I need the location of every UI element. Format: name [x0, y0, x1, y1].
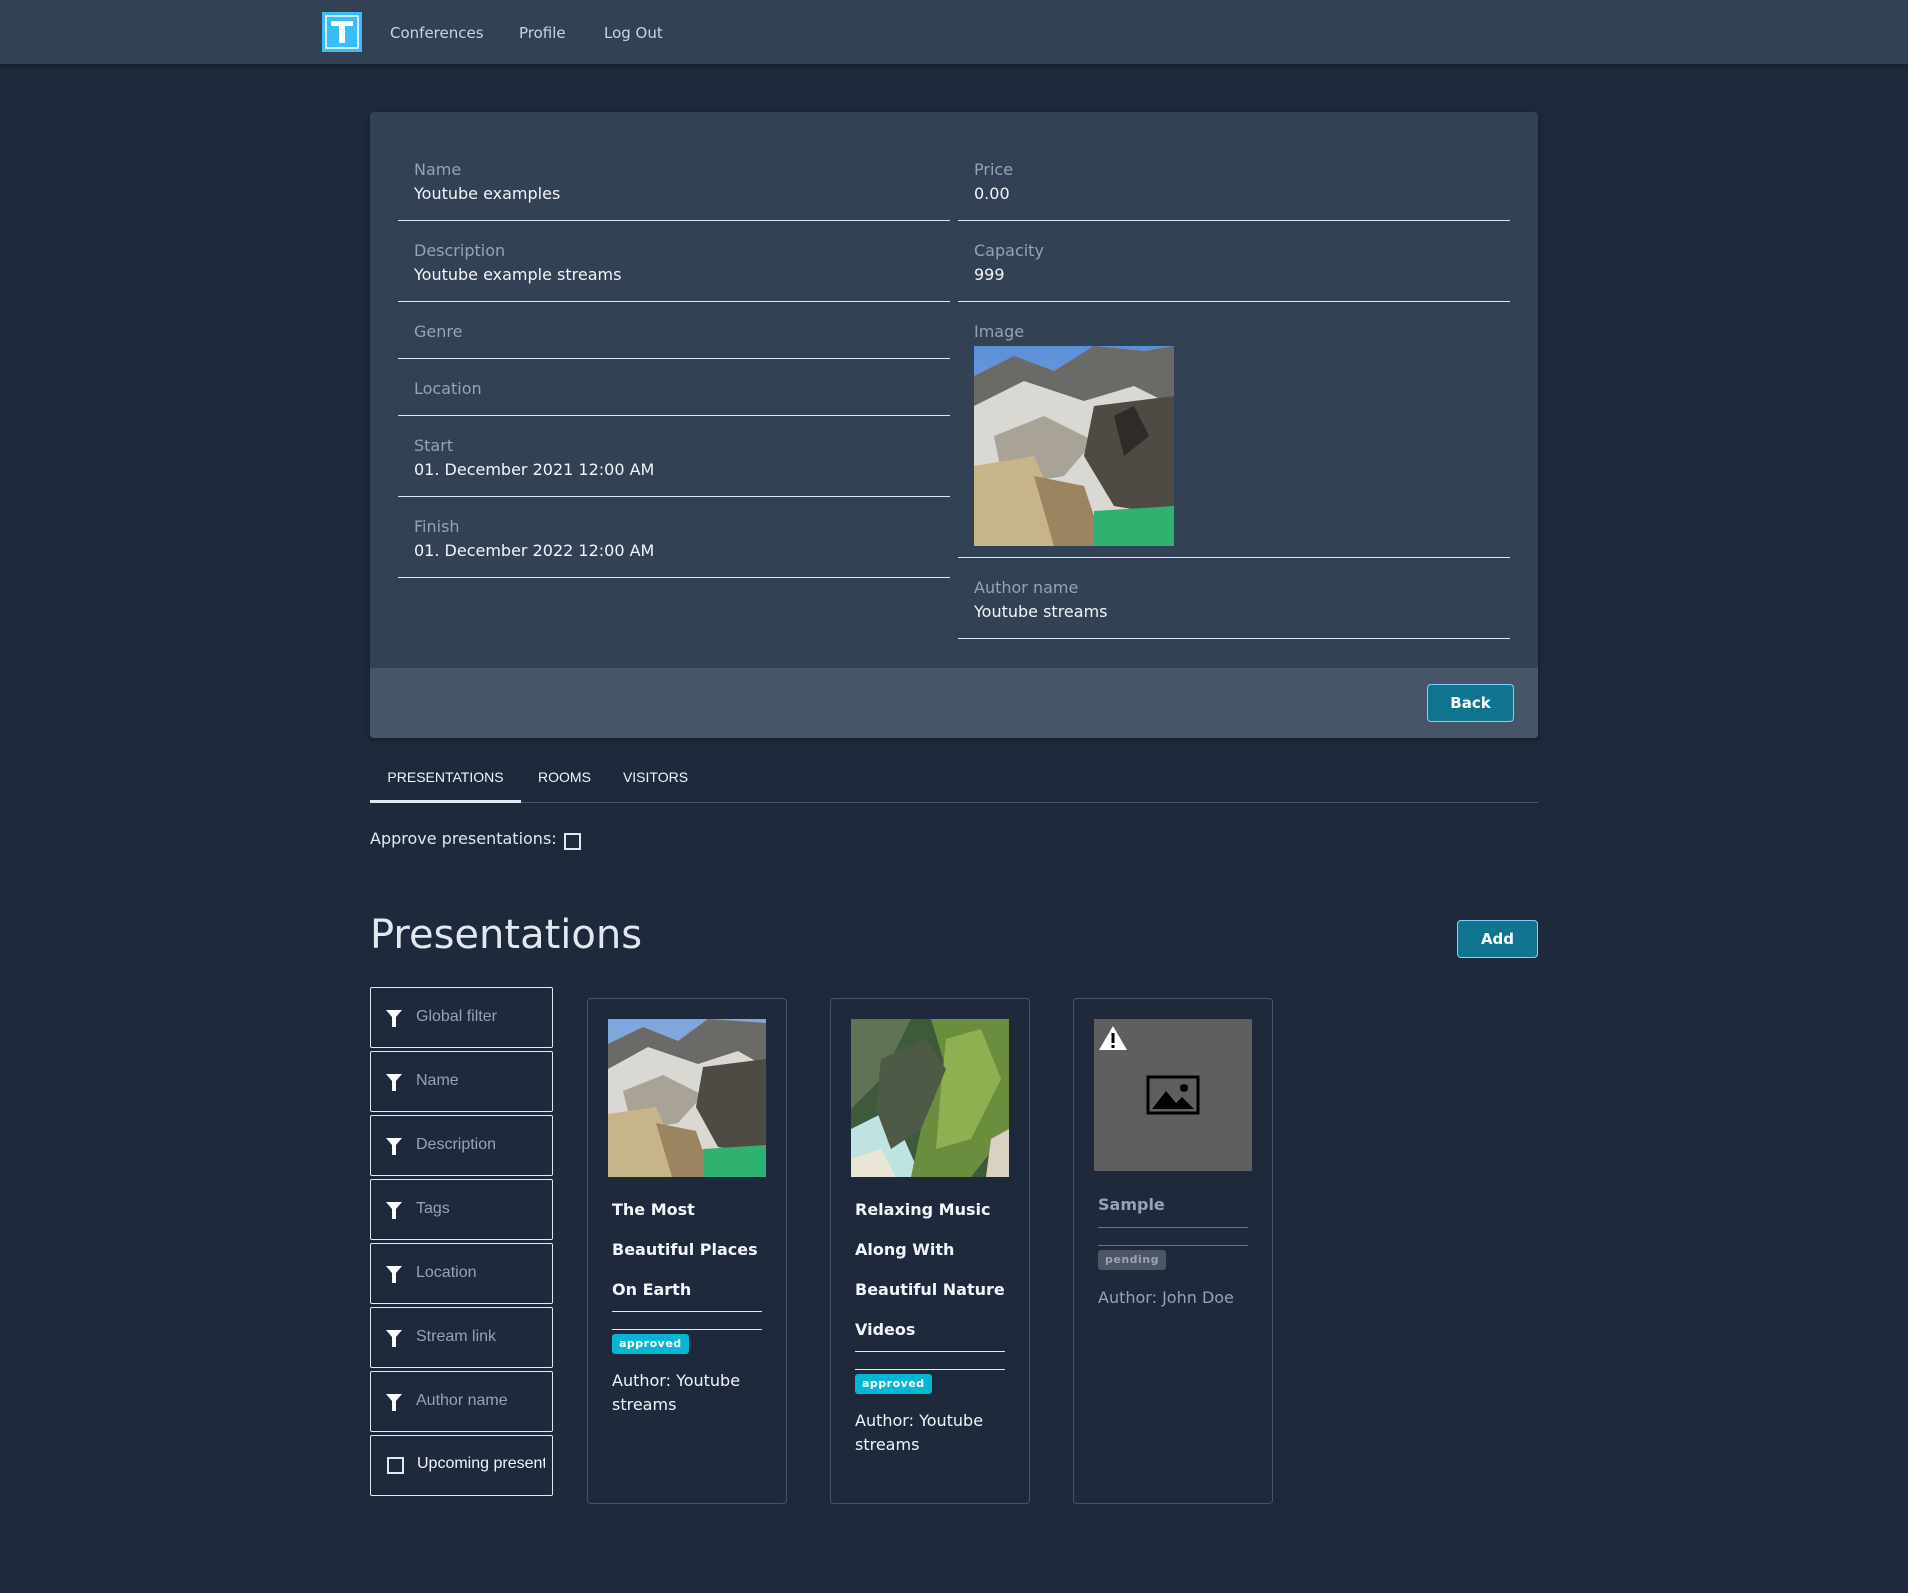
- status-badge: pending: [1098, 1250, 1167, 1270]
- filter-icon: [386, 1330, 402, 1347]
- nav-logout-link[interactable]: Log Out: [604, 24, 663, 42]
- broken-image-icon: [1146, 1075, 1200, 1115]
- field-label: Finish: [414, 517, 460, 536]
- nav-profile-link[interactable]: Profile: [519, 24, 566, 42]
- field-label: Author name: [974, 578, 1079, 597]
- presentation-card[interactable]: The Most Beautiful Places On Earth appro…: [587, 998, 787, 1504]
- presentation-thumbnail: [851, 1019, 1009, 1177]
- presentation-thumbnail: [608, 1019, 766, 1177]
- description-filter-input[interactable]: Description: [370, 1115, 553, 1176]
- field-label: Genre: [414, 322, 463, 341]
- presentation-card[interactable]: Sample pending Author: John Doe: [1073, 998, 1273, 1504]
- divider: [855, 1369, 1005, 1370]
- field-capacity: Capacity 999: [958, 225, 1510, 302]
- field-name: Name Youtube examples: [398, 144, 950, 221]
- filter-placeholder: Location: [416, 1264, 477, 1281]
- filter-placeholder: Global filter: [416, 1008, 497, 1025]
- upcoming-label: Upcoming presentations: [417, 1455, 545, 1472]
- divider: [612, 1311, 762, 1312]
- field-value: 01. December 2022 12:00 AM: [414, 541, 655, 560]
- field-value: Youtube examples: [414, 184, 561, 203]
- name-filter-input[interactable]: Name: [370, 1051, 553, 1112]
- field-description: Description Youtube example streams: [398, 225, 950, 302]
- tab-presentations[interactable]: PRESENTATIONS: [370, 758, 521, 803]
- presentation-author: Author: Youtube streams: [612, 1371, 741, 1414]
- stream-link-filter-input[interactable]: Stream link: [370, 1307, 553, 1368]
- image-placeholder: [1094, 1019, 1252, 1171]
- divider: [1098, 1245, 1248, 1246]
- presentation-author: Author: John Doe: [1098, 1288, 1234, 1307]
- conference-image: [974, 346, 1174, 546]
- location-filter-input[interactable]: Location: [370, 1243, 553, 1304]
- presentations-title: Presentations: [370, 912, 643, 958]
- field-price: Price 0.00: [958, 144, 1510, 221]
- status-badge: approved: [612, 1334, 689, 1354]
- field-value: 01. December 2021 12:00 AM: [414, 460, 655, 479]
- filter-placeholder: Description: [416, 1136, 497, 1153]
- approve-presentations-checkbox[interactable]: [564, 833, 581, 850]
- presentation-title: Relaxing Music Along With Beautiful Natu…: [855, 1200, 1005, 1339]
- status-badge: approved: [855, 1374, 932, 1394]
- filter-icon: [386, 1074, 402, 1091]
- field-value: 999: [974, 265, 1005, 284]
- presentation-card[interactable]: Relaxing Music Along With Beautiful Natu…: [830, 998, 1030, 1504]
- field-label: Capacity: [974, 241, 1044, 260]
- approve-presentations-label: Approve presentations:: [370, 829, 557, 848]
- field-finish: Finish 01. December 2022 12:00 AM: [398, 501, 950, 578]
- field-location: Location: [398, 363, 950, 416]
- field-label: Start: [414, 436, 454, 455]
- filter-icon: [386, 1266, 402, 1283]
- field-value: Youtube example streams: [414, 265, 622, 284]
- presentation-title: Sample: [1098, 1195, 1165, 1214]
- field-label: Image: [974, 322, 1025, 341]
- upcoming-checkbox[interactable]: [387, 1457, 404, 1474]
- filter-icon: [386, 1138, 402, 1155]
- field-image: Image: [958, 306, 1510, 558]
- filter-icon: [386, 1394, 402, 1411]
- filter-placeholder: Name: [416, 1072, 459, 1089]
- top-navigation: Conferences Profile Log Out: [0, 0, 1908, 64]
- field-start: Start 01. December 2021 12:00 AM: [398, 420, 950, 497]
- divider: [855, 1351, 1005, 1352]
- presentation-author: Author: Youtube streams: [855, 1411, 984, 1454]
- field-label: Description: [414, 241, 506, 260]
- filter-placeholder: Tags: [416, 1200, 450, 1217]
- field-author-name: Author name Youtube streams: [958, 562, 1510, 639]
- card-footer: Back: [370, 668, 1538, 738]
- filter-icon: [386, 1010, 402, 1027]
- add-presentation-button[interactable]: Add: [1457, 920, 1538, 958]
- field-genre: Genre: [398, 306, 950, 359]
- filter-icon: [386, 1202, 402, 1219]
- logo-t-icon: [325, 15, 359, 49]
- app-logo[interactable]: [322, 12, 362, 52]
- conference-details-card: Name Youtube examples Description Youtub…: [370, 112, 1538, 738]
- filter-placeholder: Stream link: [416, 1328, 497, 1345]
- field-value: Youtube streams: [974, 602, 1108, 621]
- tab-visitors[interactable]: VISITORS: [608, 758, 703, 803]
- author-name-filter-input[interactable]: Author name: [370, 1371, 553, 1432]
- field-label: Name: [414, 160, 462, 179]
- tags-filter-input[interactable]: Tags: [370, 1179, 553, 1240]
- field-value: 0.00: [974, 184, 1010, 203]
- divider: [1098, 1227, 1248, 1228]
- upcoming-presentations-filter[interactable]: Upcoming presentations: [370, 1435, 553, 1496]
- presentation-title: The Most Beautiful Places On Earth: [612, 1200, 758, 1299]
- divider: [612, 1329, 762, 1330]
- filter-placeholder: Author name: [416, 1392, 508, 1409]
- field-label: Price: [974, 160, 1014, 179]
- conference-tabs: PRESENTATIONS ROOMS VISITORS: [370, 758, 1538, 803]
- tab-rooms[interactable]: ROOMS: [521, 758, 608, 803]
- warning-icon: [1099, 1026, 1127, 1050]
- global-filter-input[interactable]: Global filter: [370, 987, 553, 1048]
- nav-conferences-link[interactable]: Conferences: [390, 24, 484, 42]
- field-label: Location: [414, 379, 482, 398]
- back-button[interactable]: Back: [1427, 684, 1514, 722]
